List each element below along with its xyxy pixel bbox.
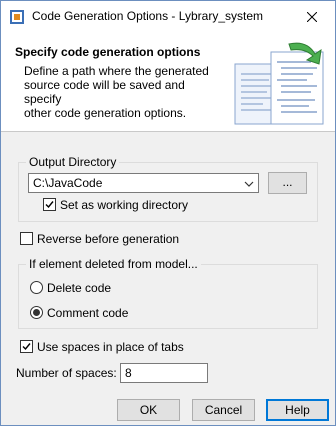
reverse-checkbox[interactable] [20, 232, 33, 245]
chevron-down-icon[interactable] [244, 178, 254, 188]
delete-code-radio[interactable] [30, 281, 43, 294]
window-title: Code Generation Options - Lybrary_system [32, 9, 263, 23]
element-deleted-label: If element deleted from model... [29, 257, 198, 271]
dialog-header: Specify code generation options Define a… [1, 32, 335, 132]
use-spaces-label: Use spaces in place of tabs [37, 340, 184, 354]
ok-button[interactable]: OK [117, 399, 180, 421]
dialog-window: Code Generation Options - Lybrary_system… [0, 0, 336, 426]
output-directory-label: Output Directory [29, 155, 117, 169]
output-directory-combo[interactable]: C:\JavaCode [28, 173, 259, 193]
number-of-spaces-value: 8 [125, 366, 132, 380]
app-icon [9, 9, 25, 25]
header-description-line: source code will be saved and specify [24, 78, 185, 106]
use-spaces-checkbox[interactable] [20, 340, 33, 353]
header-title: Specify code generation options [15, 45, 201, 59]
number-of-spaces-label: Number of spaces: [16, 366, 117, 380]
radio-selected-dot [33, 309, 40, 316]
reverse-label: Reverse before generation [37, 232, 180, 246]
comment-code-label: Comment code [47, 306, 129, 320]
number-of-spaces-input[interactable]: 8 [120, 363, 208, 383]
output-directory-value: C:\JavaCode [33, 176, 103, 190]
close-icon [307, 11, 317, 22]
working-directory-label: Set as working directory [60, 198, 189, 212]
header-description-line: other code generation options. [24, 106, 187, 120]
cancel-button[interactable]: Cancel [192, 399, 255, 421]
help-button[interactable]: Help [266, 399, 329, 421]
title-bar[interactable]: Code Generation Options - Lybrary_system [1, 1, 335, 32]
working-directory-checkbox[interactable] [43, 198, 56, 211]
code-generation-illustration [233, 42, 329, 128]
comment-code-radio[interactable] [30, 306, 43, 319]
header-description-line: Define a path where the generated [24, 64, 209, 78]
header-description: Define a path where the generated source… [24, 64, 224, 120]
browse-button[interactable]: ... [268, 172, 307, 194]
delete-code-label: Delete code [47, 281, 112, 295]
close-button[interactable] [289, 1, 335, 32]
